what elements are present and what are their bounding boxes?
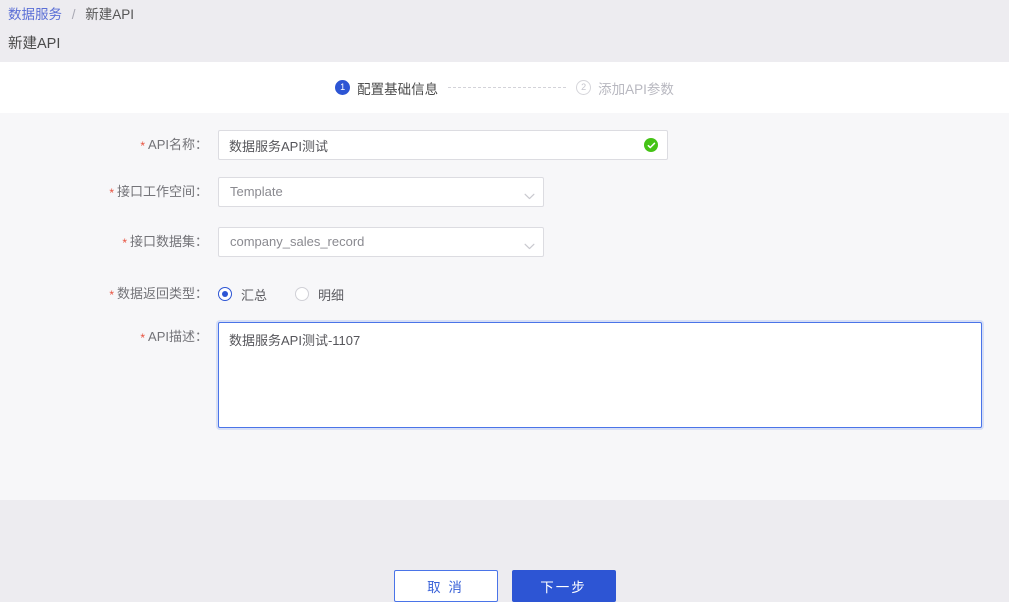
- return-type-radio-group: 汇总 明细: [218, 279, 372, 309]
- form-footer: 取 消 下一步: [0, 570, 1009, 602]
- api-description-textarea[interactable]: [218, 322, 982, 428]
- step-card: 1 配置基础信息 2 添加API参数: [0, 62, 1009, 113]
- required-asterisk: *: [140, 330, 146, 345]
- required-asterisk: *: [122, 235, 127, 250]
- radio-mark-detail: [295, 287, 310, 301]
- step-1-label: 配置基础信息: [357, 81, 439, 97]
- dataset-select[interactable]: company_sales_record: [218, 227, 544, 257]
- label-workspace-text: 接口工作空间：: [116, 184, 208, 199]
- step-add-api-params[interactable]: 2 添加API参数: [576, 78, 674, 98]
- label-description: * API描述：: [0, 322, 218, 353]
- step-connector-line: [448, 86, 567, 89]
- top-bar: 数据服务 / 新建API 新建API: [0, 0, 1009, 62]
- required-asterisk: *: [140, 138, 146, 153]
- label-return-type-text: 数据返回类型：: [116, 286, 208, 301]
- form-area: *API名称： *接口工作空间： Template: [0, 113, 1009, 602]
- radio-mark-summary: [218, 287, 232, 301]
- step-1-number-badge: 1: [335, 80, 351, 95]
- required-asterisk: *: [109, 185, 114, 200]
- breadcrumb: 数据服务 / 新建API: [8, 5, 134, 25]
- api-name-input-wrap: [218, 130, 668, 160]
- radio-label-summary: 汇总: [241, 287, 268, 303]
- check-circle-icon: [644, 138, 658, 152]
- page-title: 新建API: [8, 36, 61, 52]
- dataset-select-wrap: company_sales_record: [218, 227, 544, 257]
- field-row-workspace: * 接口工作空间： Template: [0, 177, 544, 208]
- radio-return-type-detail[interactable]: 明细: [295, 285, 344, 304]
- label-api-name: * API名称：: [0, 130, 218, 161]
- workspace-select[interactable]: Template: [218, 177, 544, 207]
- new-api-page: 数据服务 / 新建API 新建API 1 配置基础信息 2 添加API参数 * A…: [0, 0, 1009, 602]
- field-row-api-name: * API名称：: [0, 130, 668, 161]
- description-textarea-wrap: [218, 322, 982, 428]
- breadcrumb-separator: /: [71, 7, 76, 22]
- workspace-select-wrap: Template: [218, 177, 544, 207]
- field-row-description: * API描述：: [0, 322, 982, 428]
- label-dataset-text: 接口数据集：: [129, 234, 208, 249]
- label-workspace: * 接口工作空间：: [0, 177, 218, 208]
- radio-label-detail: 明细: [318, 287, 345, 303]
- step-configure-basic-info[interactable]: 1 配置基础信息: [335, 78, 438, 98]
- cancel-button[interactable]: 取 消: [393, 570, 498, 602]
- label-return-type: * 数据返回类型：: [0, 279, 218, 310]
- next-step-button[interactable]: 下一步: [511, 570, 616, 602]
- label-api-name-text: API名称：: [148, 137, 208, 152]
- breadcrumb-link-data-service[interactable]: 数据服务: [8, 7, 62, 22]
- label-description-text: API描述：: [148, 329, 208, 344]
- required-asterisk: *: [109, 287, 114, 302]
- step-2-number-badge: 2: [576, 80, 592, 95]
- radio-return-type-summary[interactable]: 汇总: [218, 285, 267, 304]
- step-2-label: 添加API参数: [598, 81, 674, 97]
- breadcrumb-current: 新建API: [85, 7, 135, 22]
- field-row-return-type: * 数据返回类型： 汇总 明细: [0, 279, 372, 310]
- step-indicator: 1 配置基础信息 2 添加API参数: [0, 62, 1009, 113]
- label-dataset: * 接口数据集：: [0, 227, 218, 258]
- field-row-dataset: * 接口数据集： company_sales_record: [0, 227, 544, 258]
- api-name-input[interactable]: [218, 130, 668, 160]
